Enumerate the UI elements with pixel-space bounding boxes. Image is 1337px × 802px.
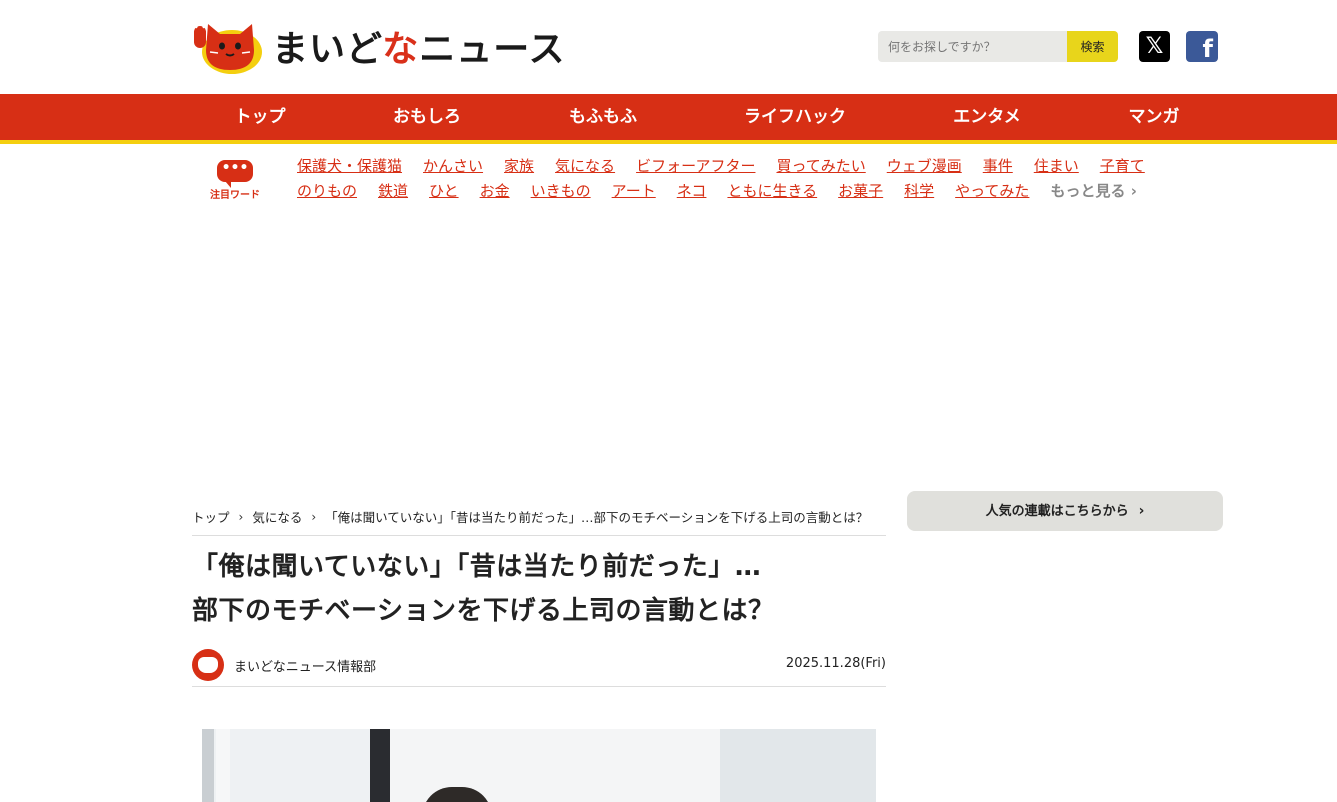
chevron-right-icon: ›	[1138, 503, 1145, 519]
keyword-row: 保護犬・保護猫 かんさい 家族 気になる ビフォーアフター 買ってみたい ウェブ…	[297, 156, 1166, 176]
article-title-line1: 「俺は聞いていない」「昔は当たり前だった」…	[192, 552, 762, 582]
keyword-link[interactable]: お菓子	[838, 181, 883, 201]
keyword-link[interactable]: やってみた	[955, 181, 1029, 201]
nav-item-manga[interactable]: マンガ	[1129, 94, 1180, 140]
logo-wordmark: まいどなニュース	[272, 20, 566, 72]
keyword-link[interactable]: 買ってみたい	[776, 156, 865, 176]
breadcrumb-item-category[interactable]: 気になる	[252, 507, 302, 526]
keyword-link[interactable]: 保護犬・保護猫	[297, 156, 402, 176]
publish-date: 2025.11.28(Fri)	[785, 656, 886, 671]
keyword-link[interactable]: ともに生きる	[727, 181, 817, 201]
chevron-right-icon: ›	[238, 509, 244, 524]
breadcrumb: トップ › 気になる › 「俺は聞いていない」「昔は当たり前だった」…部下のモチ…	[192, 507, 886, 526]
trending-keywords-badge: ••• 注目ワード	[208, 160, 262, 201]
keyword-link[interactable]: 科学	[904, 181, 934, 201]
breadcrumb-item-top[interactable]: トップ	[192, 507, 230, 526]
divider	[192, 535, 886, 536]
popular-series-label: 人気の連載はこちらから	[985, 504, 1129, 519]
nav-item-entame[interactable]: エンタメ	[953, 94, 1021, 140]
keyword-link[interactable]: 住まい	[1034, 156, 1079, 176]
keyword-link[interactable]: 事件	[983, 156, 1013, 176]
page: まいどなニュース 検索 𝕏 f トップ おもしろ もふもふ ライフハック エンタ…	[0, 0, 1337, 802]
search-button[interactable]: 検索	[1067, 31, 1118, 62]
keyword-link[interactable]: アート	[612, 181, 656, 201]
popular-series-button[interactable]: 人気の連載はこちらから ›	[907, 491, 1223, 531]
trending-keywords-label: 注目ワード	[210, 190, 260, 201]
keyword-link[interactable]: 家族	[504, 156, 534, 176]
speech-bubble-icon: •••	[217, 160, 253, 188]
article-title: 「俺は聞いていない」「昔は当たり前だった」… 部下のモチベーションを下げる上司の…	[192, 545, 886, 633]
article-title-line2: 部下のモチベーションを下げる上司の言動とは？	[192, 596, 775, 626]
keyword-link[interactable]: ビフォーアフター	[636, 156, 755, 176]
nav-item-lifehack[interactable]: ライフハック	[744, 94, 846, 140]
keyword-link[interactable]: いきもの	[531, 181, 591, 201]
keyword-link[interactable]: 気になる	[555, 156, 615, 176]
keyword-link[interactable]: ひと	[429, 181, 459, 201]
cat-mascot-icon	[194, 22, 262, 74]
nav-item-omoshiro[interactable]: おもしろ	[393, 94, 461, 140]
nav-item-mofumofu[interactable]: もふもふ	[569, 94, 637, 140]
keyword-link[interactable]: のりもの	[297, 181, 357, 201]
nav-item-top[interactable]: トップ	[235, 94, 286, 140]
keyword-link[interactable]: ウェブ漫画	[887, 156, 962, 176]
breadcrumb-item-current: 「俺は聞いていない」「昔は当たり前だった」…部下のモチベーションを下げる上司の言…	[325, 510, 869, 525]
main-nav: トップ おもしろ もふもふ ライフハック エンタメ マンガ	[0, 94, 1337, 144]
author-byline[interactable]: まいどなニュース情報部	[192, 649, 376, 681]
keyword-link[interactable]: 子育て	[1100, 156, 1145, 176]
article-hero-image	[202, 729, 876, 802]
search-input[interactable]	[878, 31, 1067, 62]
logo-text-accent: な	[382, 29, 420, 70]
site-logo[interactable]: まいどなニュース	[192, 16, 566, 76]
keyword-row: のりもの 鉄道 ひと お金 いきもの アート ネコ ともに生きる お菓子 科学 …	[297, 181, 1137, 201]
author-name: まいどなニュース情報部	[234, 659, 377, 675]
logo-text-tail: ニュース	[419, 29, 566, 70]
divider	[192, 686, 886, 687]
cat-face-icon	[198, 657, 218, 673]
avatar	[192, 649, 224, 681]
facebook-icon[interactable]: f	[1186, 31, 1218, 62]
chevron-right-icon: ›	[311, 509, 317, 524]
chevron-right-icon: ›	[1130, 182, 1137, 200]
more-keywords-link[interactable]: もっと見る ›	[1050, 181, 1136, 201]
keyword-link[interactable]: お金	[480, 181, 510, 201]
keyword-link[interactable]: ネコ	[677, 181, 707, 201]
logo-text-main: まいど	[272, 29, 383, 70]
x-logo-icon[interactable]: 𝕏	[1139, 31, 1170, 62]
more-keywords-label: もっと見る	[1050, 182, 1126, 200]
keyword-link[interactable]: かんさい	[423, 156, 483, 176]
search-form: 検索	[878, 31, 1118, 62]
keyword-link[interactable]: 鉄道	[378, 181, 408, 201]
